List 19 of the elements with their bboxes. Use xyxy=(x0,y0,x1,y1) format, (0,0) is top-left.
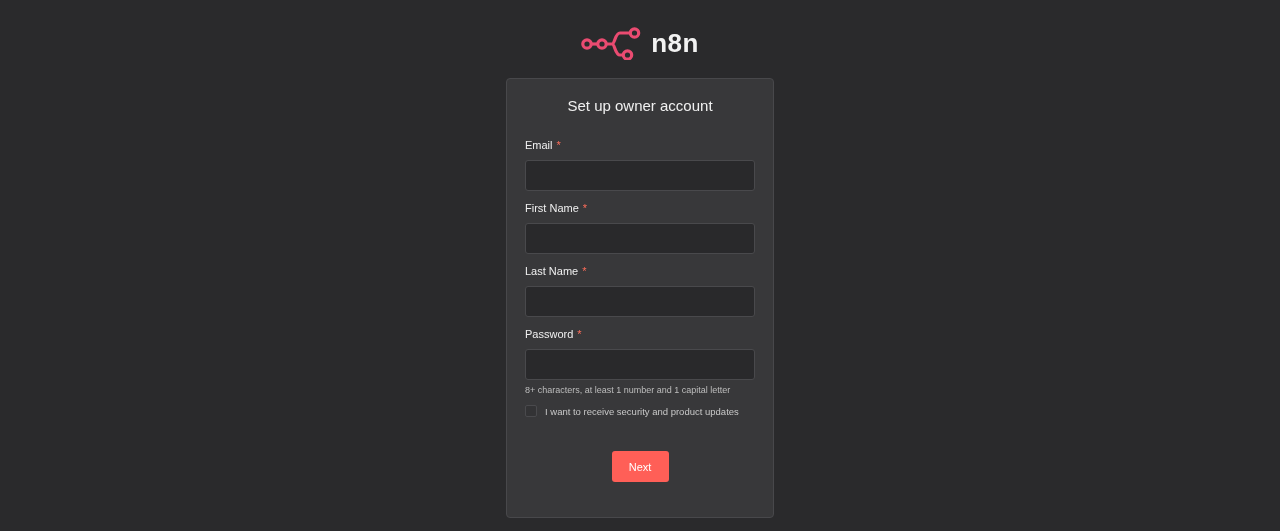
field-label: Email xyxy=(525,139,553,153)
input-field[interactable] xyxy=(525,286,755,317)
checkbox[interactable] xyxy=(525,405,537,417)
input-field[interactable] xyxy=(525,223,755,254)
required-mark: * xyxy=(577,328,582,342)
required-mark: * xyxy=(556,139,561,153)
hint-text: 8+ characters, at least 1 number and 1 capital letter xyxy=(525,385,732,395)
required-mark: * xyxy=(582,265,587,279)
logo-text: n8n xyxy=(651,27,699,59)
input-field[interactable] xyxy=(525,160,755,191)
checkbox-label: I want to receive security and product updates xyxy=(545,405,739,417)
card-title: Set up owner account xyxy=(566,97,714,115)
input-field[interactable] xyxy=(525,349,755,380)
field-label: First Name xyxy=(525,202,579,216)
required-mark: * xyxy=(582,202,588,216)
next-button[interactable]: Next xyxy=(611,451,669,482)
field-label: Password xyxy=(525,328,574,342)
field-label: Last Name xyxy=(525,265,579,279)
logo-icon xyxy=(581,26,642,60)
